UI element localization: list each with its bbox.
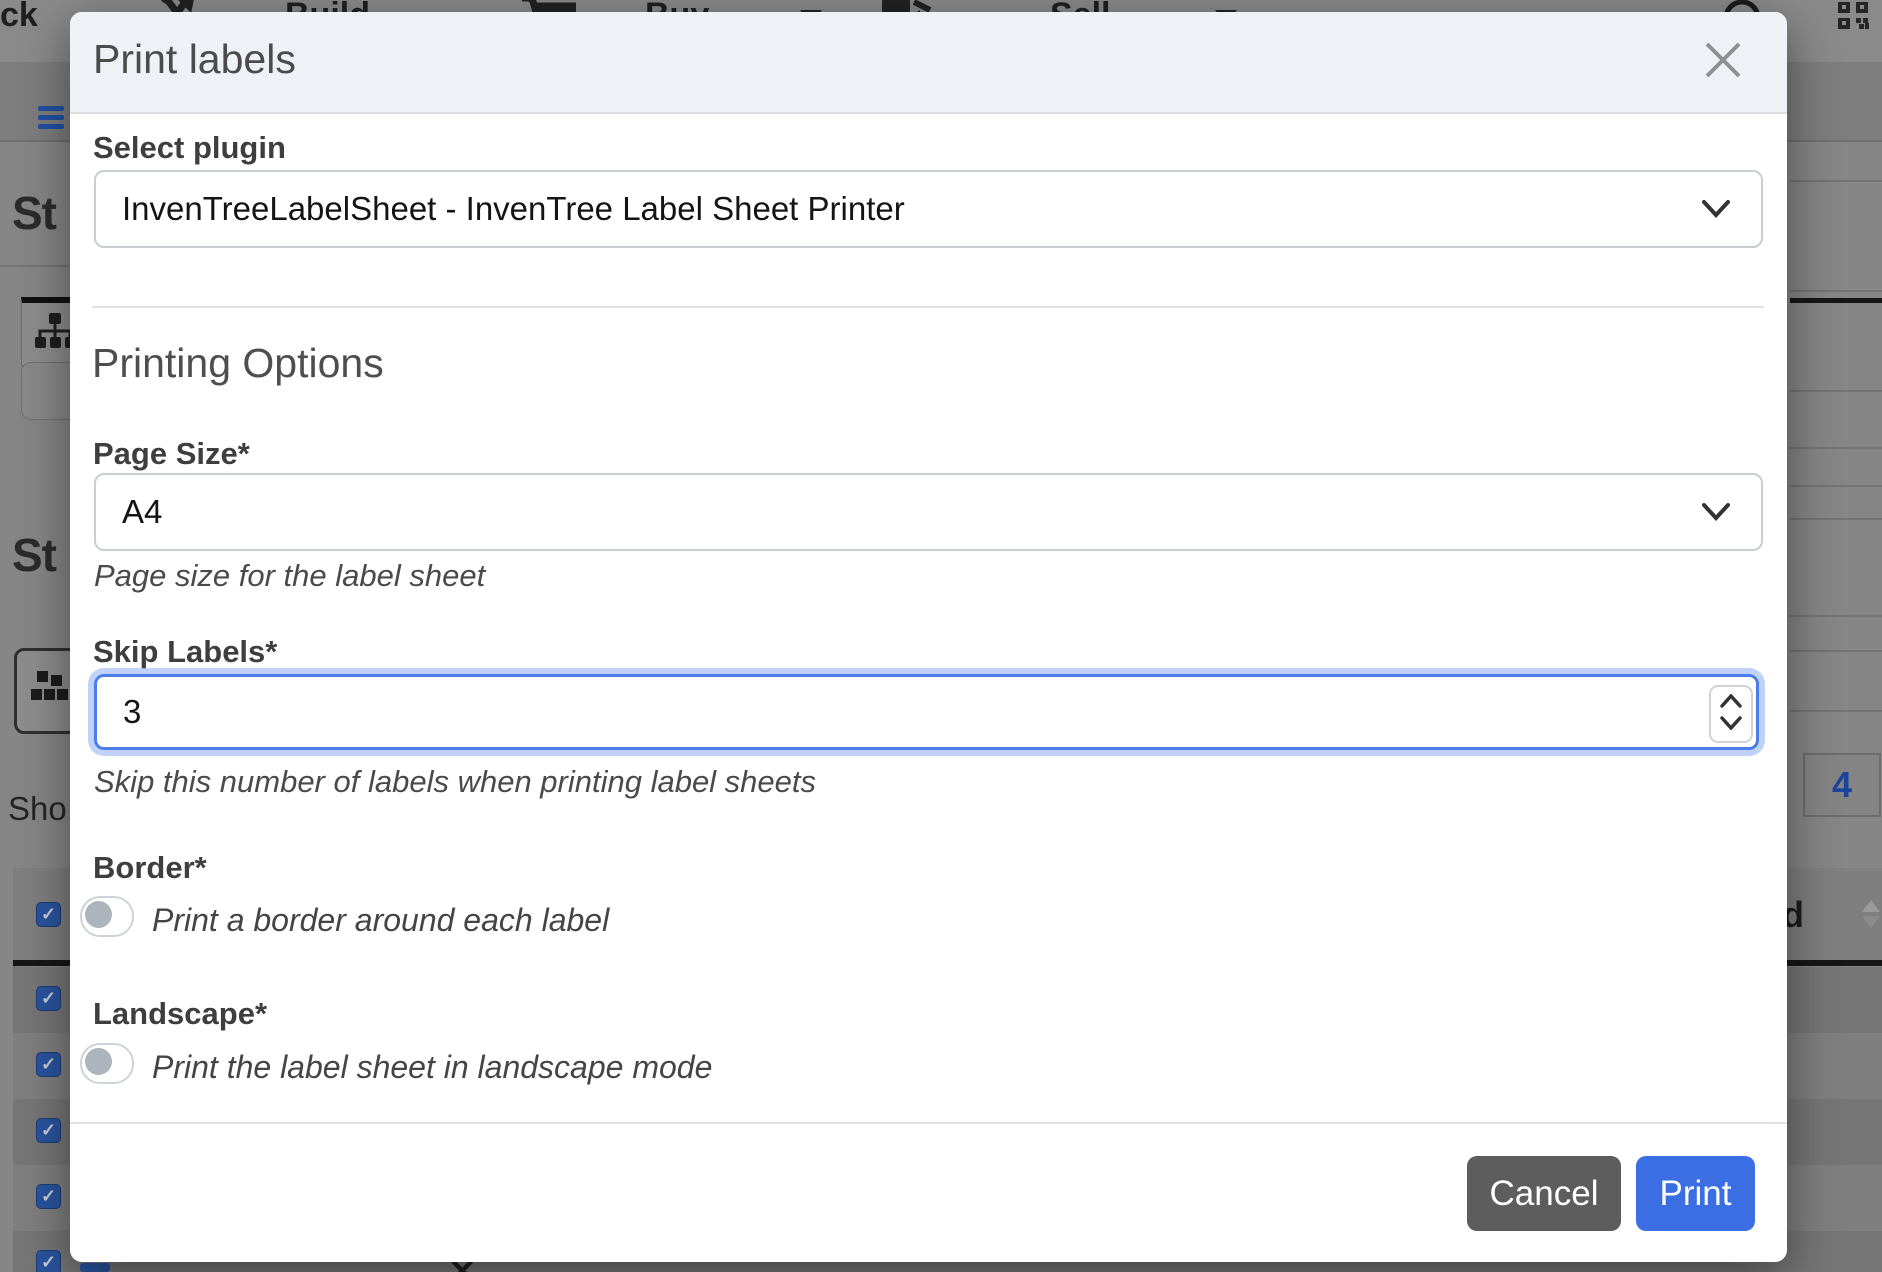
skip-labels-input[interactable] — [94, 674, 1759, 750]
print-button[interactable]: Print — [1636, 1156, 1755, 1231]
landscape-description: Print the label sheet in landscape mode — [152, 1049, 712, 1086]
landscape-label: Landscape* — [93, 996, 267, 1032]
row-checkbox: ✓ — [36, 1052, 61, 1077]
print-labels-dialog: Print labels Select plugin InvenTreeLabe… — [70, 12, 1787, 1262]
border-label: Border* — [93, 850, 207, 886]
background-showing-text: Sho — [8, 790, 67, 828]
stacked-boxes-icon — [29, 669, 69, 709]
plugin-select[interactable]: InvenTreeLabelSheet - InvenTree Label Sh… — [94, 170, 1763, 248]
printing-options-heading: Printing Options — [92, 340, 384, 387]
sort-asc-icon — [1862, 900, 1880, 912]
border-description: Print a border around each label — [152, 902, 609, 939]
page-size-value: A4 — [122, 475, 162, 549]
page-size-label: Page Size* — [93, 436, 250, 472]
cancel-button[interactable]: Cancel — [1467, 1156, 1621, 1231]
pagination-page-4: 4 — [1803, 753, 1881, 817]
toggle-knob — [85, 901, 112, 928]
row-checkbox: ✓ — [36, 1118, 61, 1143]
number-stepper[interactable] — [1709, 685, 1753, 743]
background-page-title: St — [12, 186, 56, 240]
page-size-help: Page size for the label sheet — [94, 558, 485, 594]
landscape-toggle[interactable] — [80, 1043, 134, 1084]
border-toggle[interactable] — [80, 896, 134, 937]
toggle-knob — [85, 1048, 112, 1075]
skip-labels-label: Skip Labels* — [93, 634, 277, 670]
footer-divider — [70, 1122, 1787, 1124]
page-size-select[interactable]: A4 — [94, 473, 1763, 551]
row-checkbox: ✓ — [36, 1250, 61, 1272]
select-all-checkbox: ✓ — [36, 902, 61, 927]
sort-desc-icon — [1862, 916, 1880, 928]
plugin-field-label: Select plugin — [93, 130, 286, 166]
screen: ck Build Buy Sell — [0, 0, 1882, 1272]
stepper-up-icon[interactable] — [1720, 694, 1742, 708]
row-checkbox: ✓ — [36, 986, 61, 1011]
stepper-down-icon[interactable] — [1720, 716, 1742, 730]
nav-item-stock: ck — [0, 0, 38, 32]
qr-scan-icon — [1838, 2, 1870, 30]
row-checkbox-partial — [80, 1263, 110, 1272]
row-checkbox: ✓ — [36, 1184, 61, 1209]
close-icon[interactable] — [1701, 38, 1745, 82]
section-divider — [92, 306, 1764, 308]
skip-labels-help: Skip this number of labels when printing… — [94, 764, 816, 800]
dialog-header: Print labels — [70, 12, 1787, 114]
dialog-title: Print labels — [93, 36, 296, 83]
plugin-select-value: InvenTreeLabelSheet - InvenTree Label Sh… — [122, 172, 905, 246]
chevron-down-icon — [1701, 199, 1731, 219]
background-section-title: St — [12, 528, 56, 582]
chevron-down-icon — [1701, 502, 1731, 522]
